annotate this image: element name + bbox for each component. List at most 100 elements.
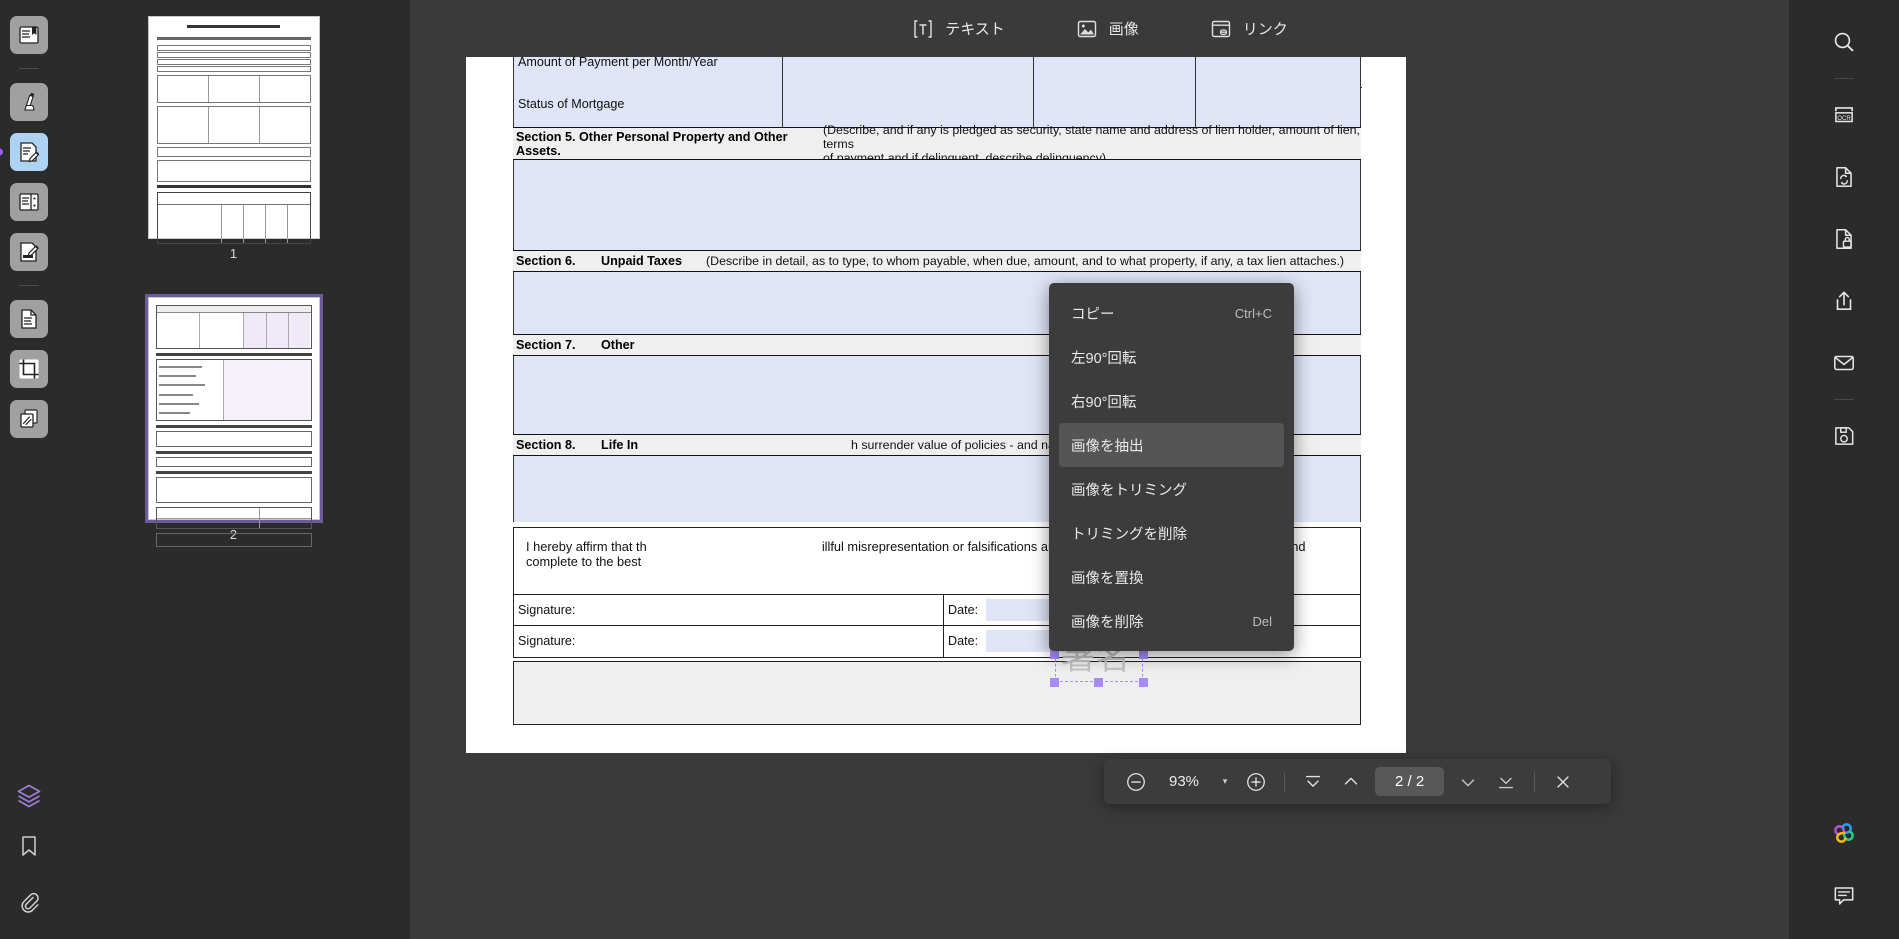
menu-label: トリミングを削除 [1071,526,1187,543]
close-icon[interactable] [1545,764,1581,800]
text-box-icon [911,17,935,41]
toolbar-label: テキスト [945,21,1005,38]
toolbar-item-text[interactable]: テキスト [903,12,1013,46]
search-icon[interactable] [1822,20,1866,64]
doc-signature-label-1: Signature: [518,603,576,617]
doc-section6-title: Unpaid Taxes [601,254,682,268]
doc-section8-title: Life In [601,438,639,452]
doc-footer-box [513,661,1361,725]
doc-section5-note-1: (Describe, and if any is pledged as secu… [822,122,1360,151]
top-toolbar: テキスト 画像 リンク [410,0,1789,57]
floppy-save-icon[interactable] [1822,414,1866,458]
doc-date-label-2: Date: [948,634,979,648]
context-menu-item-rotate-right[interactable]: 右90°回転 [1049,379,1294,423]
context-menu-item-extract-image[interactable]: 画像を抽出 [1059,423,1284,467]
toolbar-divider [1534,771,1536,792]
sidebar-item-crop-tool[interactable] [9,350,48,388]
menu-shortcut: Del [1252,613,1272,629]
rail-divider [1834,399,1854,400]
context-menu-item-rotate-left[interactable]: 左90°回転 [1049,335,1294,379]
first-page-icon[interactable] [1295,764,1331,800]
thumbnail-panel[interactable]: 1 2 [57,0,410,939]
menu-label: 画像を抽出 [1071,438,1144,455]
menu-label: 画像を削除 [1071,614,1144,631]
pdf-editor-window: 1 2 テキスト 画像 リンク Amount of Payment per Mo… [0,0,1899,939]
sidebar-item-read-mode[interactable] [9,16,48,54]
toolbar-item-image[interactable]: 画像 [1067,12,1147,46]
thumbnail-item-2[interactable]: 2 [57,294,410,547]
link-icon [1209,17,1233,41]
doc-section8-num: Section 8. [516,438,576,452]
page-thumbnail[interactable] [144,294,323,547]
sidebar-item-attachments-panel[interactable] [10,883,48,921]
doc-section5-title: Section 5. Other Personal Property and O… [516,129,788,158]
zoom-in-icon[interactable] [1238,764,1274,800]
ocr-icon[interactable]: OCR [1822,93,1866,137]
context-menu-item-replace-image[interactable]: 画像を置換 [1049,555,1294,599]
resize-handle-w[interactable] [1050,650,1059,659]
sidebar-item-sign-tool[interactable] [9,233,48,271]
doc-status-mortgage-label: Status of Mortgage [518,97,625,111]
context-menu-item-copy[interactable]: コピー Ctrl+C [1049,291,1294,335]
menu-label: 右90°回転 [1071,394,1137,411]
zoom-out-icon[interactable] [1118,764,1154,800]
menu-label: 画像を置換 [1071,570,1144,587]
resize-handle-s[interactable] [1094,678,1103,687]
menu-shortcut: Ctrl+C [1234,305,1272,321]
sidebar-item-extract-page[interactable] [9,300,48,338]
sidebar-item-compare-tool[interactable] [9,400,48,438]
zoom-level-value[interactable]: 93% [1156,773,1212,790]
right-tool-rail: OCR [1789,0,1899,939]
doc-signature-label-2: Signature: [518,634,576,648]
rail-divider [1834,78,1854,79]
toolbar-item-link[interactable]: リンク [1201,12,1296,46]
resize-handle-se[interactable] [1139,678,1148,687]
doc-date-label-1: Date: [948,603,979,617]
left-tool-rail [0,0,57,939]
image-icon [1075,17,1099,41]
toolbar-label: リンク [1242,21,1288,38]
thumbnail-label: 1 [229,246,238,261]
image-context-menu[interactable]: コピー Ctrl+C 左90°回転 右90°回転 画像を抽出 画像をトリミング … [1049,283,1294,651]
page-indicator[interactable]: 2 / 2 [1375,767,1445,796]
chevron-down-icon[interactable]: ▾ [1214,776,1236,787]
mail-icon[interactable] [1822,341,1866,385]
doc-section7-num: Section 7. [516,338,576,352]
sidebar-item-layers-panel[interactable] [10,777,48,815]
resize-handle-e[interactable] [1139,650,1148,659]
resize-handle-sw[interactable] [1050,678,1059,687]
zoom-navigation-bar[interactable]: 93% ▾ 2 / 2 [1104,759,1611,804]
thumbnail-item-1[interactable]: 1 [57,16,410,261]
next-page-icon[interactable] [1450,764,1486,800]
context-menu-item-delete-image[interactable]: 画像を削除 Del [1049,599,1294,643]
doc-affirm-line2: complete to the best [526,554,642,569]
rail-divider [18,285,39,286]
active-indicator-dot [0,148,3,156]
document-sync-icon[interactable] [1822,155,1866,199]
document-lock-icon[interactable] [1822,217,1866,261]
sidebar-item-organize-pages[interactable] [9,183,48,221]
doc-section7-title: Other [601,338,635,352]
svg-text:OCR: OCR [1837,116,1851,122]
menu-label: 画像をトリミング [1071,482,1187,499]
sidebar-item-highlight-tool[interactable] [9,83,48,121]
menu-label: 左90°回転 [1071,350,1137,367]
menu-label: コピー [1071,306,1115,323]
doc-affirm-line1a: I hereby affirm that th [526,539,647,554]
context-menu-item-remove-crop[interactable]: トリミングを削除 [1049,511,1294,555]
ai-clover-icon[interactable] [1822,811,1866,855]
share-upload-icon[interactable] [1822,279,1866,323]
doc-section6-num: Section 6. [516,254,576,268]
comment-icon[interactable] [1822,873,1866,917]
last-page-icon[interactable] [1488,764,1524,800]
toolbar-divider [1284,771,1285,792]
rail-divider [18,68,39,69]
document-viewport[interactable]: Amount of Payment per Month/Year Status … [410,57,1789,939]
page-thumbnail[interactable] [147,16,320,244]
prev-page-icon[interactable] [1333,764,1369,800]
sidebar-item-bookmarks-panel[interactable] [10,827,48,865]
toolbar-label: 画像 [1108,21,1139,38]
context-menu-item-crop-image[interactable]: 画像をトリミング [1049,467,1294,511]
doc-section6-note: (Describe in detail, as to type, to whom… [706,254,1345,268]
sidebar-item-edit-tool[interactable] [0,133,48,171]
